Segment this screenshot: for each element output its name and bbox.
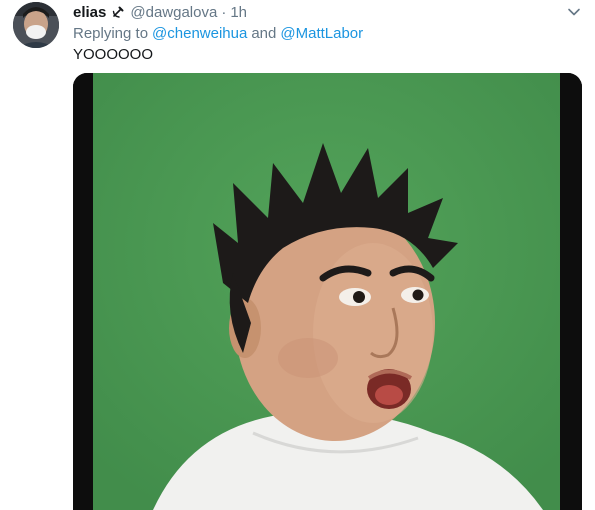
hammer-sickle-icon bbox=[111, 5, 125, 19]
gif-face-icon bbox=[73, 73, 582, 510]
user-handle[interactable]: @dawgalova bbox=[130, 4, 217, 21]
timestamp[interactable]: 1h bbox=[230, 4, 247, 21]
tweet-text: YOOOOOO bbox=[73, 45, 154, 63]
mention-link[interactable]: @MattLabor bbox=[280, 25, 363, 42]
tweet-media-gif[interactable] bbox=[73, 73, 582, 510]
separator-dot: · bbox=[221, 3, 227, 21]
tweet-header: elias @dawgalova · 1h bbox=[73, 2, 247, 22]
avatar-masked-person-icon bbox=[13, 2, 59, 48]
mention-joiner: and bbox=[251, 24, 277, 42]
replying-to-line: Replying to @chenweihua and @MattLabor bbox=[73, 23, 363, 43]
replying-to-label: Replying to bbox=[73, 24, 149, 42]
avatar[interactable] bbox=[13, 2, 59, 48]
chevron-down-icon[interactable] bbox=[566, 4, 582, 20]
mention-link[interactable]: @chenweihua bbox=[152, 25, 247, 42]
display-name[interactable]: elias bbox=[73, 4, 106, 21]
